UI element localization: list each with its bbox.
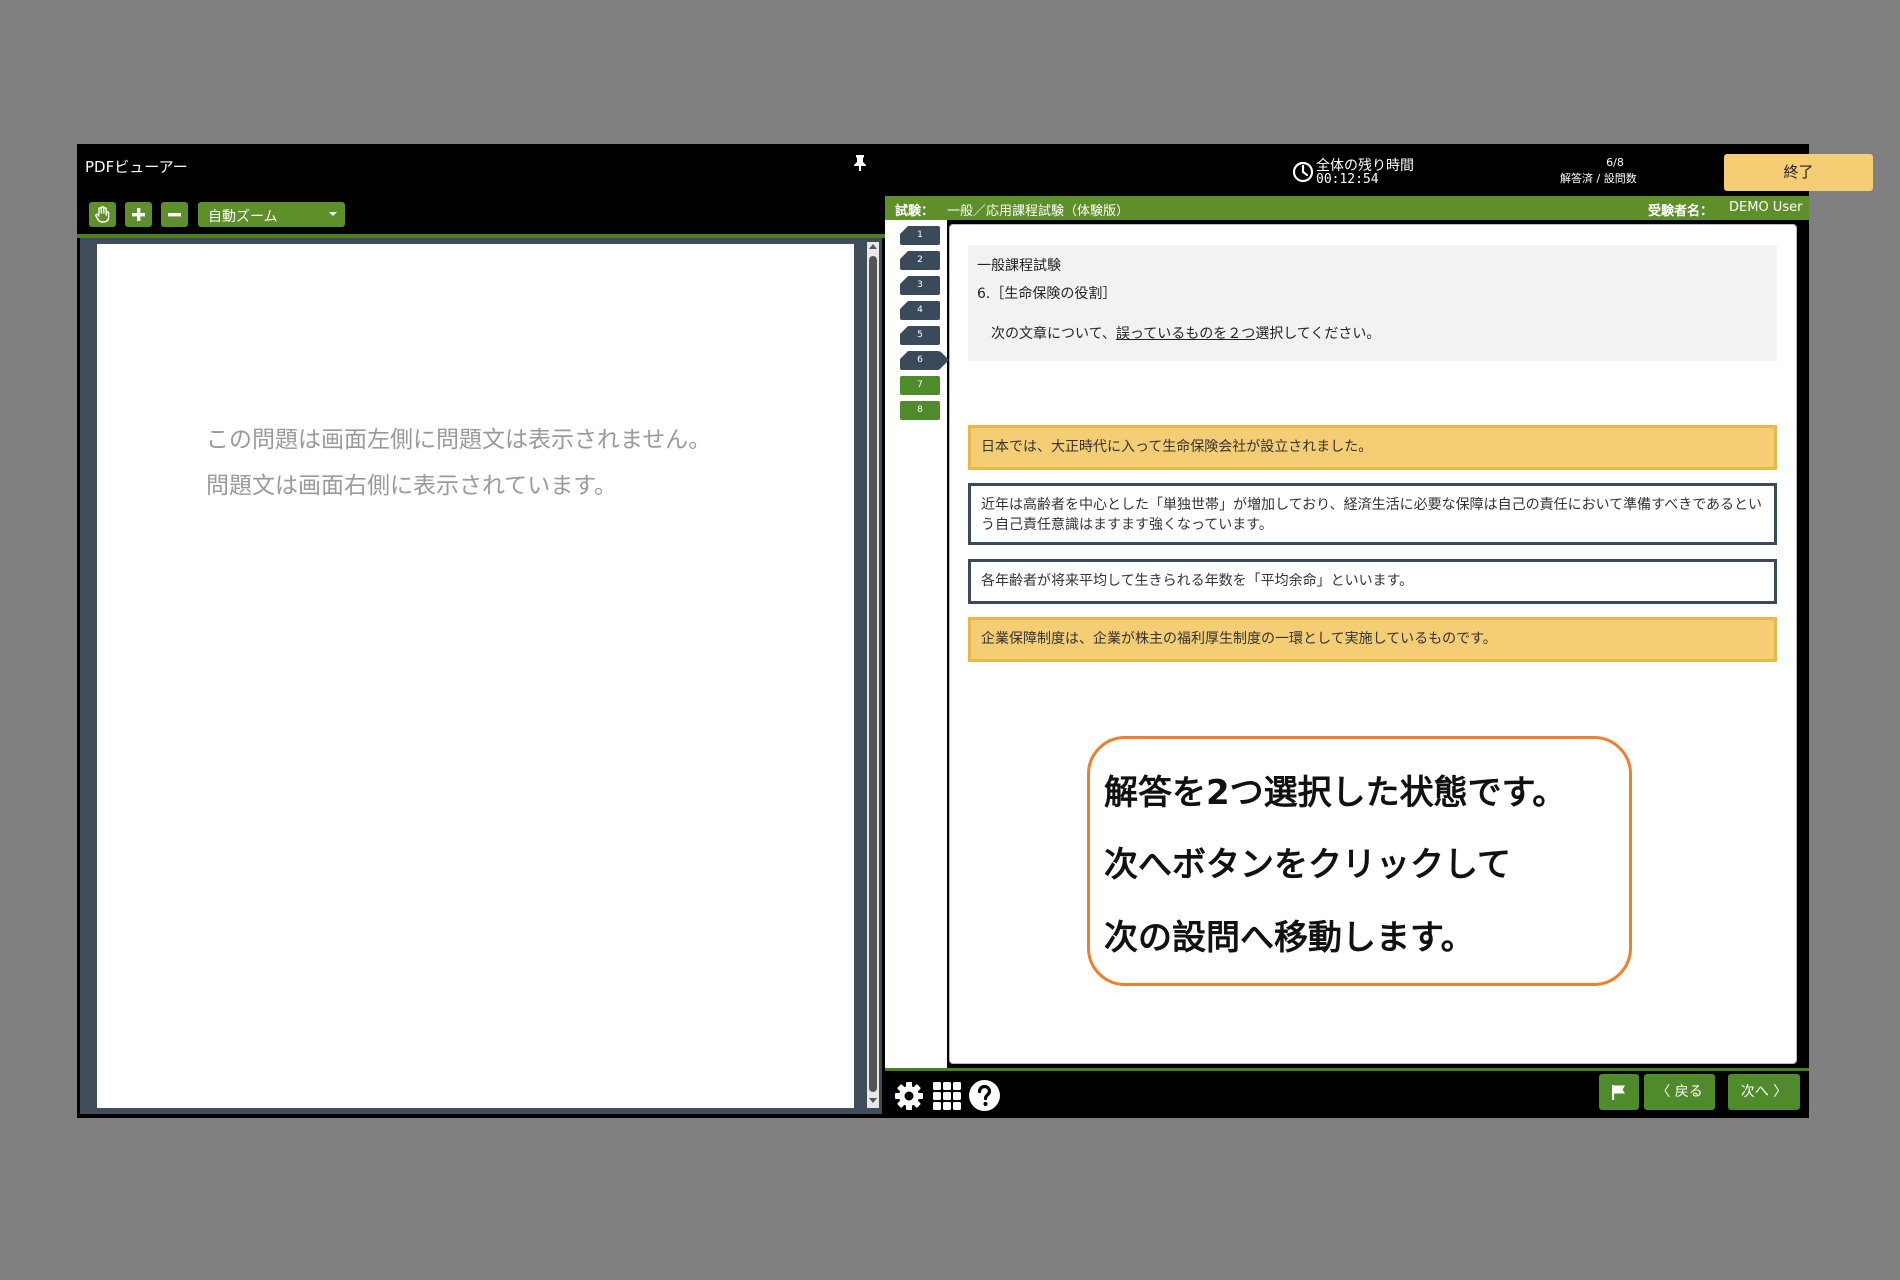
exam-header: 全体の残り時間 00:12:54 6/8 解答済 / 設問数 終了 <box>885 144 1873 196</box>
help-icon[interactable] <box>968 1079 1001 1112</box>
answer-option-2[interactable]: 近年は高齢者を中心とした「単独世帯」が増加しており、経済生活に必要な保障は自己の… <box>968 483 1777 545</box>
instruction-text: 次の文章について、 <box>991 326 1116 342</box>
scroll-up-icon[interactable] <box>869 244 877 249</box>
flag-icon <box>1612 1085 1625 1100</box>
pdf-scrollbar[interactable] <box>867 242 879 1108</box>
question-nav: 1 2 3 4 5 6 7 8 <box>885 220 949 1068</box>
zoom-out-button[interactable] <box>161 202 188 227</box>
exam-info-bar: 試験： 一般／応用課程試験（体験版） 受験者名： DEMO User <box>885 196 1809 220</box>
question-tab-4[interactable]: 4 <box>900 301 940 320</box>
zoom-select-value: 自動ズーム <box>208 209 278 225</box>
progress-label: 解答済 / 設問数 <box>1560 172 1637 185</box>
answer-option-4[interactable]: 企業保障制度は、企業が株主の福利厚生制度の一環として実施しているものです。 <box>968 617 1777 662</box>
zoom-select[interactable]: 自動ズーム <box>198 202 345 227</box>
examinee-name: DEMO User <box>1729 200 1803 215</box>
hand-tool-button[interactable] <box>89 202 116 227</box>
end-exam-button[interactable]: 終了 <box>1724 154 1873 191</box>
instruction-text: 選択してください。 <box>1255 326 1381 342</box>
question-tab-1[interactable]: 1 <box>900 226 940 245</box>
pin-icon[interactable] <box>853 154 873 176</box>
hand-icon <box>95 206 110 223</box>
pdf-message-line2: 問題文は画面右側に表示されています。 <box>206 473 618 499</box>
question-category: 一般課程試験 <box>977 258 1061 274</box>
question-tab-2[interactable]: 2 <box>900 251 940 270</box>
back-button[interactable]: 〈 戻る <box>1644 1074 1715 1110</box>
pdf-page: この問題は画面左側に問題文は表示されません。 問題文は画面右側に表示されています… <box>97 244 854 1108</box>
exam-label: 試験： <box>895 204 935 219</box>
next-button[interactable]: 次へ 〉 <box>1728 1074 1800 1110</box>
grid-icon[interactable] <box>932 1081 962 1111</box>
exam-footer: 〈 戻る 次へ 〉 <box>885 1068 1809 1118</box>
callout-line1: 解答を2つ選択した状態です。 <box>1104 773 1567 813</box>
timer-value: 00:12:54 <box>1316 172 1379 187</box>
minus-icon <box>168 213 181 217</box>
answer-option-3[interactable]: 各年齢者が将来平均して生きられる年数を「平均余命」といいます。 <box>968 559 1777 604</box>
zoom-in-button[interactable] <box>125 202 152 227</box>
chevron-down-icon <box>329 212 337 216</box>
scrollbar-thumb[interactable] <box>869 256 877 1092</box>
pdf-title-bar: PDFビューアー <box>77 144 885 194</box>
question-tab-7[interactable]: 7 <box>900 376 940 395</box>
progress-count: 6/8 <box>1606 156 1624 169</box>
answer-option-1[interactable]: 日本では、大正時代に入って生命保険会社が設立されました。 <box>968 425 1777 470</box>
pdf-document-area: この問題は画面左側に問題文は表示されません。 問題文は画面右側に表示されています… <box>80 238 882 1114</box>
question-instruction: 次の文章について、誤っているものを２つ選択してください。 <box>991 323 1380 343</box>
question-title: 6.［生命保険の役割］ <box>977 286 1117 302</box>
instruction-emphasis: 誤っているものを２つ <box>1115 326 1256 342</box>
callout-line2: 次へボタンをクリックして <box>1104 845 1511 885</box>
exam-name: 一般／応用課程試験（体験版） <box>947 204 1130 219</box>
pdf-viewer-title: PDFビューアー <box>85 158 188 176</box>
instruction-callout: 解答を2つ選択した状態です。 次へボタンをクリックして 次の設問へ移動します。 <box>1087 736 1632 986</box>
pdf-toolbar: 自動ズーム <box>77 194 885 234</box>
callout-line3: 次の設問へ移動します。 <box>1104 918 1475 958</box>
plus-icon <box>132 208 145 221</box>
question-tab-6[interactable]: 6 <box>900 351 949 370</box>
gear-icon[interactable] <box>893 1080 925 1112</box>
clock-icon <box>1292 161 1314 183</box>
question-box: 一般課程試験 6.［生命保険の役割］ 次の文章について、誤っているものを２つ選択… <box>968 245 1777 361</box>
question-tab-8[interactable]: 8 <box>900 401 940 420</box>
pdf-message-line1: この問題は画面左側に問題文は表示されません。 <box>206 427 712 453</box>
divider <box>885 1068 1809 1071</box>
scroll-down-icon[interactable] <box>869 1098 877 1103</box>
question-tab-3[interactable]: 3 <box>900 276 940 295</box>
examinee-label: 受験者名： <box>1648 204 1714 219</box>
question-tab-5[interactable]: 5 <box>900 326 940 345</box>
flag-button[interactable] <box>1599 1074 1639 1110</box>
